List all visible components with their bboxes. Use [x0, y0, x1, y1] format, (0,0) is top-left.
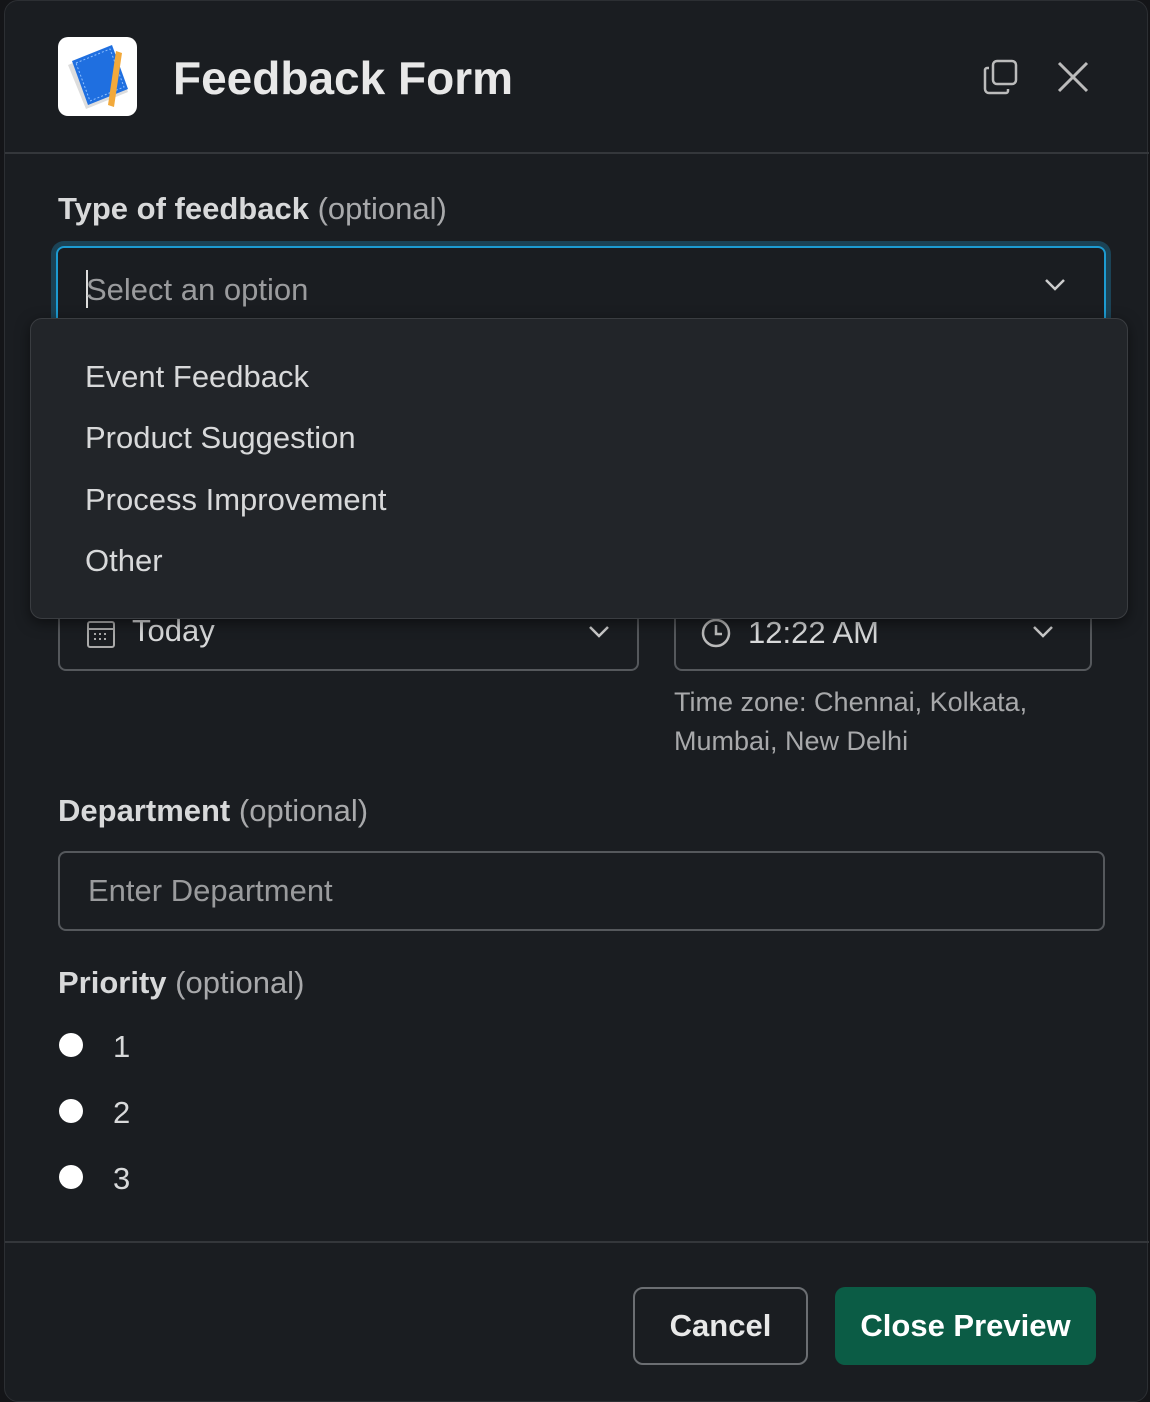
priority-radio-2[interactable] [59, 1099, 83, 1123]
priority-option-label: 1 [113, 1029, 131, 1064]
clock-icon [701, 618, 731, 648]
footer-divider [5, 1241, 1149, 1243]
priority-radio-3[interactable] [59, 1165, 83, 1189]
chevron-down-icon [1045, 279, 1065, 291]
timezone-line: Mumbai, New Delhi [674, 726, 909, 756]
option-process-improvement[interactable]: Process Improvement [85, 482, 387, 518]
priority-radio-1[interactable] [59, 1033, 83, 1057]
copy-window-icon [983, 59, 1018, 95]
priority-option-label: 2 [113, 1095, 131, 1130]
feedback-type-dropdown-menu: Event Feedback Product Suggestion Proces… [30, 318, 1128, 619]
app-icon [58, 37, 137, 116]
option-product-suggestion[interactable]: Product Suggestion [85, 420, 356, 456]
pop-out-button[interactable] [979, 55, 1023, 99]
option-other[interactable]: Other [85, 543, 163, 579]
priority-option-label: 3 [113, 1161, 131, 1196]
chevron-down-icon [589, 626, 609, 638]
close-icon [1057, 61, 1089, 93]
chevron-down-icon [1033, 626, 1053, 638]
calendar-icon [87, 621, 115, 648]
header-divider [5, 152, 1149, 154]
department-placeholder: Enter Department [88, 873, 333, 908]
modal-title: Feedback Form [173, 52, 513, 104]
feedback-form-modal: Feedback Form Type of feedback (optional… [4, 0, 1149, 1402]
cancel-button[interactable]: Cancel [633, 1287, 808, 1365]
priority-label: Priority (optional) [58, 965, 305, 1000]
time-value: 12:22 AM [748, 615, 879, 650]
close-preview-button[interactable]: Close Preview [835, 1287, 1096, 1365]
option-event-feedback[interactable]: Event Feedback [85, 359, 309, 395]
close-button[interactable] [1051, 55, 1095, 99]
select-placeholder: Select an option [86, 272, 309, 307]
timezone-hint: Time zone: Chennai, Kolkata, Mumbai, New… [674, 683, 1027, 761]
feedback-type-label: Type of feedback (optional) [58, 191, 447, 226]
department-label: Department (optional) [58, 793, 369, 828]
department-input[interactable]: Enter Department [58, 851, 1105, 931]
timezone-line: Time zone: Chennai, Kolkata, [674, 687, 1028, 717]
